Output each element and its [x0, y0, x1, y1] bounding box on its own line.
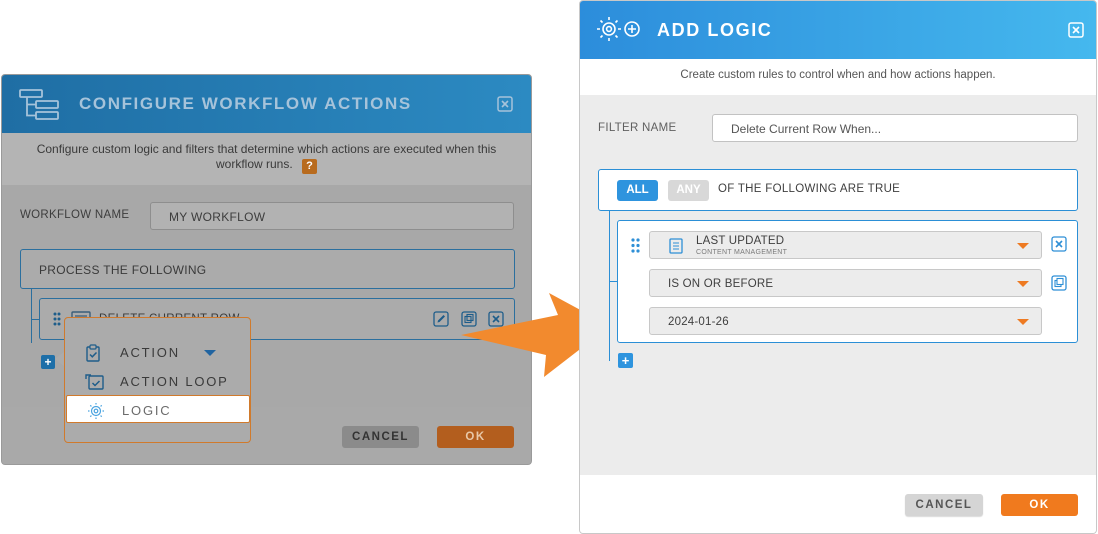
document-icon	[669, 238, 683, 259]
clipboard-check-icon	[85, 344, 101, 367]
add-rule-button[interactable]: +	[618, 353, 633, 368]
all-toggle-button[interactable]: ALL	[617, 180, 658, 201]
tree-connector-branch	[609, 281, 617, 282]
menu-item-label: ACTION	[120, 345, 180, 360]
add-item-button[interactable]: +	[41, 355, 55, 369]
ok-button[interactable]: OK	[437, 426, 514, 448]
menu-item-action-loop[interactable]: ACTION LOOP	[65, 367, 250, 395]
chevron-down-icon	[1017, 281, 1029, 287]
operator-select[interactable]: IS ON OR BEFORE	[649, 269, 1042, 297]
add-type-popup-menu: ACTION ACTION LOOP LOGIC	[64, 317, 251, 443]
cancel-button[interactable]: CANCEL	[342, 426, 419, 448]
menu-item-label: ACTION LOOP	[120, 374, 229, 389]
tree-connector	[31, 289, 32, 343]
workflow-tree-icon	[18, 88, 64, 125]
right-dialog-footer: CANCEL OK	[580, 475, 1096, 533]
process-label: PROCESS THE FOLLOWING	[39, 263, 207, 277]
left-dialog-header: CONFIGURE WORKFLOW ACTIONS	[2, 75, 531, 133]
copy-rule-icon[interactable]	[1051, 275, 1067, 296]
workflow-name-label: WORKFLOW NAME	[20, 209, 130, 221]
cancel-button[interactable]: CANCEL	[905, 494, 983, 516]
tree-connector-branch	[31, 319, 39, 320]
chevron-down-icon	[1017, 319, 1029, 325]
condition-group-header: ALL ANY OF THE FOLLOWING ARE TRUE	[598, 169, 1078, 211]
menu-item-action[interactable]: ACTION	[65, 338, 250, 366]
date-value: 2024-01-26	[668, 316, 729, 328]
field-category: CONTENT MANAGEMENT	[696, 249, 788, 256]
drag-handle-icon[interactable]	[53, 312, 61, 331]
filter-name-label: FILTER NAME	[598, 122, 677, 134]
menu-item-label: LOGIC	[122, 403, 172, 418]
process-following-box: PROCESS THE FOLLOWING	[20, 249, 515, 289]
left-dialog-title: CONFIGURE WORKFLOW ACTIONS	[79, 94, 412, 113]
value-select[interactable]: 2024-01-26	[649, 307, 1042, 335]
help-icon[interactable]: ?	[302, 159, 318, 174]
lightbulb-plus-icon	[596, 14, 642, 49]
chevron-down-icon	[204, 350, 216, 356]
ok-button[interactable]: OK	[1001, 494, 1078, 516]
rule-box: LAST UPDATED CONTENT MANAGEMENT IS ON OR…	[617, 220, 1078, 343]
menu-item-logic[interactable]: LOGIC	[66, 395, 250, 423]
tree-connector	[609, 211, 610, 361]
field-select[interactable]: LAST UPDATED CONTENT MANAGEMENT	[649, 231, 1042, 259]
right-dialog-description: Create custom rules to control when and …	[580, 59, 1096, 95]
remove-rule-icon[interactable]	[1051, 236, 1067, 257]
add-logic-dialog: ADD LOGIC Create custom rules to control…	[579, 0, 1097, 534]
field-name: LAST UPDATED	[696, 235, 785, 247]
drag-handle-icon[interactable]	[631, 238, 640, 258]
left-dialog-description: Configure custom logic and filters that …	[36, 142, 497, 171]
chevron-down-icon	[1017, 243, 1029, 249]
workflow-name-input[interactable]: MY WORKFLOW	[150, 202, 514, 230]
loop-check-icon	[85, 373, 105, 396]
close-icon[interactable]	[497, 96, 513, 117]
filter-name-input[interactable]: Delete Current Row When...	[712, 114, 1078, 142]
edit-icon[interactable]	[433, 311, 449, 332]
operator-value: IS ON OR BEFORE	[668, 278, 774, 290]
right-dialog-header: ADD LOGIC	[580, 1, 1096, 59]
any-toggle-button[interactable]: ANY	[668, 180, 709, 201]
condition-text: OF THE FOLLOWING ARE TRUE	[718, 183, 901, 195]
right-dialog-title: ADD LOGIC	[657, 20, 773, 40]
close-icon[interactable]	[1068, 22, 1084, 43]
lightbulb-icon	[87, 402, 105, 425]
left-dialog-description-bar: Configure custom logic and filters that …	[2, 133, 531, 185]
